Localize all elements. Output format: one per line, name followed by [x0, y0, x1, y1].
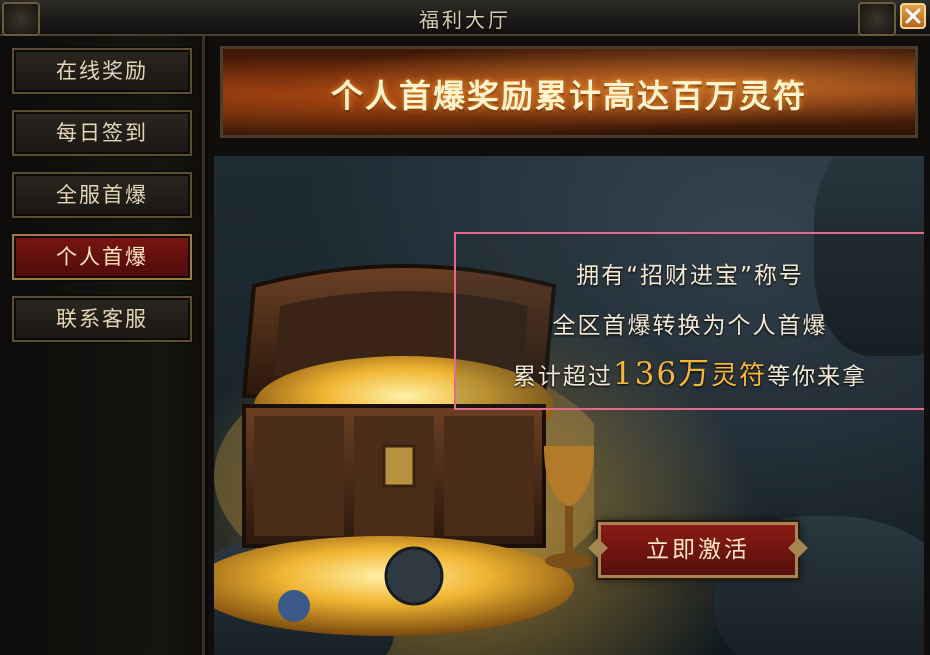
sidebar-item-server-first-drop[interactable]: 全服首爆 — [12, 172, 192, 218]
reward-prefix: 累计超过 — [512, 364, 613, 390]
sidebar-item-daily-signin[interactable]: 每日签到 — [12, 110, 192, 156]
info-highlight-box: 拥有“招财进宝”称号 全区首爆转换为个人首爆 累计超过136万灵符等你来拿 — [454, 232, 924, 410]
banner-title: 个人首爆奖励累计高达百万灵符 — [330, 77, 807, 115]
sidebar-item-online-reward[interactable]: 在线奖励 — [12, 48, 192, 94]
sidebar-item-personal-first-drop[interactable]: 个人首爆 — [12, 234, 192, 280]
sidebar-item-customer-service[interactable]: 联系客服 — [12, 296, 192, 342]
main-panel: 个人首爆奖励累计高达百万灵符 拥有“招财进宝”称号 全区首爆转换为个人首爆 累计… — [208, 36, 930, 655]
sidebar: 在线奖励 每日签到 全服首爆 个人首爆 联系客服 — [0, 36, 205, 655]
reward-currency: 灵符 — [711, 361, 768, 391]
close-button[interactable] — [900, 3, 926, 29]
window-title: 福利大厅 — [419, 8, 511, 32]
conversion-text: 全区首爆转换为个人首爆 — [552, 313, 828, 339]
title-bar: 福利大厅 — [0, 0, 930, 36]
reward-amount-text: 累计超过136万灵符等你来拿 — [456, 348, 924, 393]
reward-suffix: 等你来拿 — [767, 364, 868, 390]
title-requirement-text: 拥有“招财进宝”称号 — [576, 263, 804, 289]
promo-banner: 个人首爆奖励累计高达百万灵符 — [220, 46, 918, 138]
activate-button[interactable]: 立即激活 — [598, 522, 798, 578]
reward-amount: 136万 — [612, 356, 712, 392]
close-icon — [905, 8, 921, 24]
treasure-scene: 拥有“招财进宝”称号 全区首爆转换为个人首爆 累计超过136万灵符等你来拿 立即… — [214, 156, 924, 655]
